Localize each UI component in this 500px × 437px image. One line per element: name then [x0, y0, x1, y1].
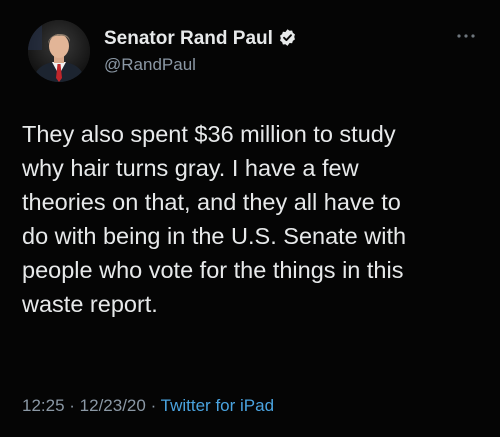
avatar[interactable] [28, 20, 90, 82]
tweet-time[interactable]: 12:25 [22, 396, 65, 415]
tweet-text: They also spent $36 million to study why… [22, 121, 407, 317]
verified-badge-icon [279, 29, 295, 46]
tweet-date[interactable]: 12/23/20 [80, 396, 146, 415]
tweet-source-link[interactable]: Twitter for iPad [161, 396, 274, 415]
author-handle[interactable]: @RandPaul [104, 55, 196, 75]
author-name[interactable]: Senator Rand Paul [104, 28, 297, 50]
author-name-text: Senator Rand Paul [104, 28, 273, 49]
more-options-icon[interactable] [455, 30, 477, 42]
tweet-metadata: 12:25 · 12/23/20 · Twitter for iPad [22, 396, 274, 416]
tweet-card: Senator Rand Paul @RandPaul They also sp… [0, 0, 500, 437]
meta-separator: · [145, 396, 161, 415]
profile-photo-icon [28, 20, 90, 82]
meta-separator: · [64, 396, 80, 415]
